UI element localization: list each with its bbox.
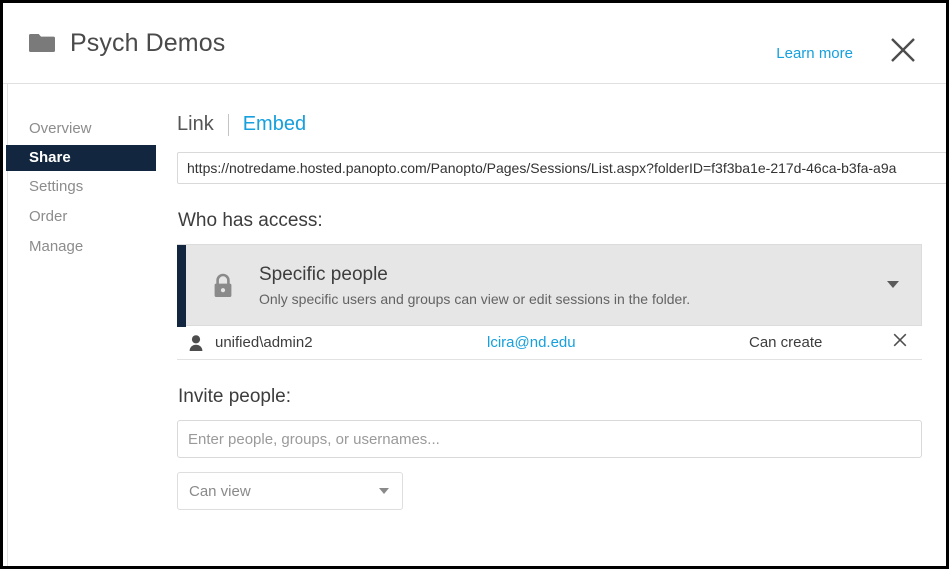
access-accent-bar — [177, 245, 186, 327]
page-title: Psych Demos — [70, 29, 226, 57]
sidebar-item-order[interactable]: Order — [3, 203, 173, 231]
invite-people-heading: Invite people: — [178, 386, 292, 407]
chevron-down-icon[interactable] — [887, 281, 899, 288]
share-dialog: Psych Demos Learn more Overview Share Se… — [3, 3, 946, 566]
close-icon[interactable] — [888, 35, 918, 65]
permission-user-email[interactable]: lcira@nd.edu — [487, 334, 576, 351]
share-panel: Link Embed Who has access: Specific peop… — [173, 85, 946, 566]
dialog-header-left: Psych Demos — [29, 29, 225, 57]
invite-role-select[interactable]: Can view — [177, 472, 403, 510]
dialog-header: Psych Demos Learn more — [3, 3, 946, 84]
lock-icon — [212, 273, 234, 299]
sidebar: Overview Share Settings Order Manage — [3, 85, 173, 566]
tab-embed[interactable]: Embed — [229, 113, 306, 136]
tab-link[interactable]: Link — [177, 113, 228, 136]
who-has-access-heading: Who has access: — [178, 210, 323, 231]
sidebar-item-settings[interactable]: Settings — [3, 173, 173, 201]
remove-permission-icon[interactable] — [892, 332, 908, 348]
invite-role-select-wrapper: Can view — [177, 472, 403, 510]
table-row: unified\admin2 lcira@nd.edu Can create — [177, 326, 922, 360]
permission-user-name: unified\admin2 — [215, 334, 313, 351]
sidebar-item-overview[interactable]: Overview — [3, 115, 173, 143]
access-level-selector[interactable]: Specific people Only specific users and … — [177, 244, 922, 327]
link-embed-tabs: Link Embed — [177, 113, 922, 136]
access-level-title: Specific people — [259, 263, 388, 285]
screenshot-frame: Psych Demos Learn more Overview Share Se… — [0, 0, 949, 569]
permission-role[interactable]: Can create — [749, 334, 822, 351]
sidebar-item-share[interactable]: Share — [6, 145, 156, 171]
invite-people-input[interactable] — [177, 420, 922, 458]
access-level-description: Only specific users and groups can view … — [259, 290, 691, 307]
person-icon — [189, 334, 203, 351]
learn-more-link[interactable]: Learn more — [776, 45, 853, 62]
share-link-input[interactable] — [177, 152, 946, 184]
folder-icon — [29, 33, 55, 53]
access-level-text: Specific people Only specific users and … — [259, 263, 690, 308]
sidebar-item-manage[interactable]: Manage — [3, 233, 173, 261]
